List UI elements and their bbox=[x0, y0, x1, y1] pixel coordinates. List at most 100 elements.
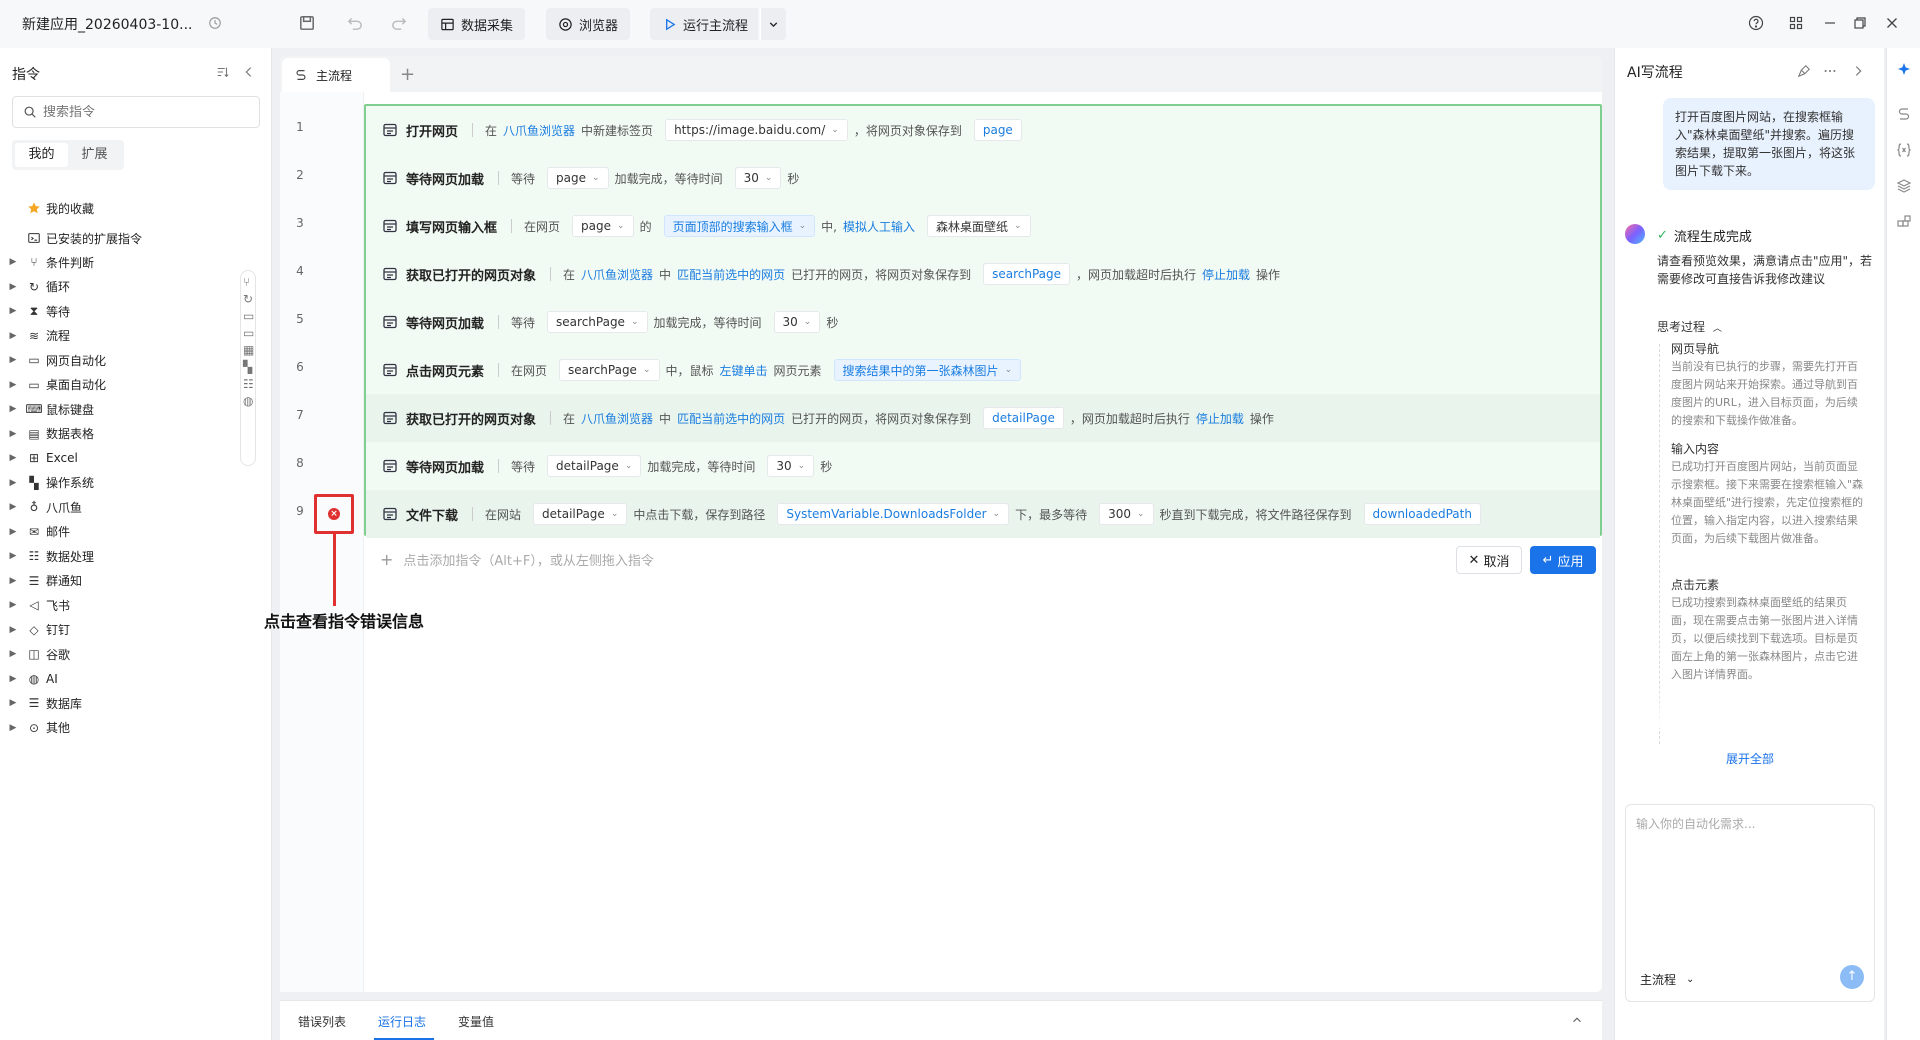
loop-icon[interactable]: ↻ bbox=[243, 292, 253, 306]
instruction-row[interactable]: 填写网页输入框 在网页 page ⌄ 的页面顶部的搜索输入框 ⌄ 中, 模拟人工输入 森林桌面壁… bbox=[366, 202, 1600, 250]
sidebar-category-item[interactable]: ▶ ▭ 网页自动化 bbox=[0, 348, 230, 372]
sidebar-category-item[interactable]: ▶ ◫ 谷歌 bbox=[0, 642, 230, 666]
instruction-row[interactable]: 等待网页加载 等待 page ⌄ 加载完成，等待时间 30 ⌄ 秒 bbox=[366, 154, 1600, 202]
parameter-select[interactable]: https://image.baidu.com/ ⌄ bbox=[665, 119, 848, 141]
instruction-option-link[interactable]: 停止加载 bbox=[1196, 410, 1244, 427]
element-selector-chip[interactable]: 页面顶部的搜索输入框 ⌄ bbox=[663, 215, 816, 237]
expand-arrow-icon[interactable]: ▶ bbox=[0, 723, 26, 733]
sort-list-icon[interactable] bbox=[216, 65, 230, 79]
expand-arrow-icon[interactable]: ▶ bbox=[0, 306, 26, 316]
variable-chip[interactable]: SystemVariable.DownloadsFolder ⌄ bbox=[777, 503, 1010, 525]
parameter-select[interactable]: 30 ⌄ bbox=[773, 311, 821, 333]
instruction-row[interactable]: 获取已打开的网页对象 在八爪鱼浏览器中匹配当前选中的网页 已打开的网页，将网页对象保… bbox=[366, 250, 1600, 298]
add-instruction-row[interactable]: + 点击添加指令（Alt+F），或从左侧拖入指令 bbox=[380, 550, 654, 569]
expand-arrow-icon[interactable]: ▶ bbox=[0, 527, 26, 537]
tab-run-log[interactable]: 运行日志 bbox=[378, 1013, 426, 1030]
run-main-flow-button[interactable]: 运行主流程 bbox=[650, 8, 759, 40]
expand-arrow-icon[interactable]: ▶ bbox=[0, 355, 26, 365]
instruction-option-link[interactable]: 模拟人工输入 bbox=[843, 218, 915, 235]
sidebar-category-item[interactable]: ▶ ▭ 桌面自动化 bbox=[0, 373, 230, 397]
expand-arrow-icon[interactable]: ▶ bbox=[0, 380, 26, 390]
error-indicator-highlight[interactable]: × bbox=[314, 494, 354, 534]
chevron-right-icon[interactable] bbox=[1851, 64, 1865, 78]
element-selector-chip[interactable]: 搜索结果中的第一张森林图片 ⌄ bbox=[833, 359, 1022, 381]
branch-icon[interactable]: ⑂ bbox=[243, 275, 253, 289]
close-icon[interactable] bbox=[1884, 15, 1900, 31]
browser-button[interactable]: 浏览器 bbox=[546, 8, 631, 40]
grid-apps-icon[interactable] bbox=[1788, 15, 1804, 31]
instruction-search[interactable] bbox=[12, 96, 260, 128]
add-tab-icon[interactable]: + bbox=[400, 64, 415, 85]
instruction-option-link[interactable]: 停止加载 bbox=[1202, 266, 1250, 283]
component-icon[interactable] bbox=[1896, 214, 1912, 230]
sidebar-category-item[interactable]: ▶ ♁ 八爪鱼 bbox=[0, 495, 230, 519]
instruction-row[interactable]: 文件下载 在网站 detailPage ⌄ 中点击下载，保存到路径 SystemVaria… bbox=[366, 490, 1600, 538]
variable-chip[interactable]: searchPage bbox=[983, 263, 1071, 285]
flow-select[interactable]: 主流程 ⌄ bbox=[1640, 971, 1694, 988]
variable-chip[interactable]: page bbox=[973, 119, 1022, 141]
save-icon[interactable] bbox=[298, 14, 316, 32]
error-icon[interactable]: × bbox=[328, 508, 340, 520]
expand-arrow-icon[interactable]: ▶ bbox=[0, 600, 26, 610]
instruction-row[interactable]: 等待网页加载 等待 searchPage ⌄ 加载完成，等待时间 30 ⌄ 秒 bbox=[366, 298, 1600, 346]
restore-icon[interactable] bbox=[1852, 15, 1868, 31]
clean-brush-icon[interactable] bbox=[1797, 64, 1811, 78]
monitor-icon[interactable]: ▭ bbox=[243, 326, 254, 340]
parameter-select[interactable]: detailPage ⌄ bbox=[547, 455, 642, 477]
apply-button[interactable]: ↵ 应用 bbox=[1530, 546, 1596, 574]
apps-icon[interactable]: ▚ bbox=[243, 360, 253, 374]
instruction-row[interactable]: 打开网页 在八爪鱼浏览器 中新建标签页 https://image.baidu.com… bbox=[366, 106, 1600, 154]
parameter-select[interactable]: 300 ⌄ bbox=[1099, 503, 1154, 525]
expand-arrow-icon[interactable]: ▶ bbox=[0, 404, 26, 414]
sidebar-category-item[interactable]: ▶ ⑂ 条件判断 bbox=[0, 250, 230, 274]
history-icon[interactable] bbox=[208, 16, 222, 30]
ai-sparkle-icon[interactable] bbox=[1896, 62, 1912, 78]
instruction-row[interactable]: 等待网页加载 等待 detailPage ⌄ 加载完成，等待时间 30 ⌄ 秒 bbox=[366, 442, 1600, 490]
parameter-select[interactable]: searchPage ⌄ bbox=[547, 311, 648, 333]
expand-arrow-icon[interactable]: ▶ bbox=[0, 698, 26, 708]
instruction-row[interactable]: 获取已打开的网页对象 在八爪鱼浏览器中匹配当前选中的网页 已打开的网页，将网页对象保… bbox=[366, 394, 1600, 442]
sidebar-category-item[interactable]: ▶ ◇ 钉钉 bbox=[0, 618, 230, 642]
tab-variables[interactable]: 变量值 bbox=[458, 1013, 494, 1030]
variable-chip[interactable]: downloadedPath bbox=[1363, 503, 1481, 525]
ai-requirement-input[interactable]: 输入你的自动化需求... 主流程 ⌄ ↑ bbox=[1625, 804, 1875, 1002]
data-collect-button[interactable]: 数据采集 bbox=[428, 8, 526, 40]
more-icon[interactable] bbox=[1823, 64, 1837, 78]
instruction-row[interactable]: 点击网页元素 在网页 searchPage ⌄ 中，鼠标 左键单击 网页元素 搜索结果中的第一… bbox=[366, 346, 1600, 394]
sidebar-category-item[interactable]: ▶ ✉ 邮件 bbox=[0, 520, 230, 544]
ai-icon[interactable]: ◍ bbox=[243, 394, 253, 408]
expand-arrow-icon[interactable]: ▶ bbox=[0, 576, 26, 586]
expand-arrow-icon[interactable]: ▶ bbox=[0, 649, 26, 659]
variable-chip[interactable]: detailPage bbox=[983, 407, 1064, 429]
layers-icon[interactable] bbox=[1896, 178, 1912, 194]
table-icon[interactable]: ▦ bbox=[243, 343, 254, 357]
expand-arrow-icon[interactable]: ▶ bbox=[0, 502, 26, 512]
sidebar-category-item[interactable]: ▶ ⌨ 鼠标键盘 bbox=[0, 397, 230, 421]
chevron-up-icon[interactable] bbox=[1570, 1013, 1584, 1027]
flow-icon[interactable] bbox=[1896, 106, 1912, 122]
tab-mine[interactable]: 我的 bbox=[15, 143, 68, 167]
sidebar-category-item[interactable]: ▶ ⧗ 等待 bbox=[0, 299, 230, 323]
tab-extensions[interactable]: 扩展 bbox=[68, 143, 121, 167]
favorites-item[interactable]: 我的收藏 bbox=[0, 196, 230, 220]
parameter-select[interactable]: page ⌄ bbox=[547, 167, 609, 189]
sidebar-category-item[interactable]: ▶ ▚ 操作系统 bbox=[0, 471, 230, 495]
collapse-panel-icon[interactable] bbox=[242, 65, 256, 79]
expand-arrow-icon[interactable]: ▶ bbox=[0, 674, 26, 684]
expand-arrow-icon[interactable]: ▶ bbox=[0, 429, 26, 439]
parameter-select[interactable]: searchPage ⌄ bbox=[559, 359, 660, 381]
expand-arrow-icon[interactable]: ▶ bbox=[0, 331, 26, 341]
sidebar-category-item[interactable]: ▶ ⊙ 其他 bbox=[0, 716, 230, 740]
sidebar-category-item[interactable]: ▶ ◍ AI bbox=[0, 667, 230, 691]
instruction-option-link[interactable]: 匹配当前选中的网页 bbox=[677, 410, 785, 427]
redo-icon[interactable] bbox=[390, 14, 408, 32]
parameter-select[interactable]: detailPage ⌄ bbox=[533, 503, 628, 525]
parameter-select[interactable]: 森林桌面壁纸 ⌄ bbox=[926, 215, 1031, 237]
undo-icon[interactable] bbox=[346, 14, 364, 32]
send-button[interactable]: ↑ bbox=[1840, 965, 1864, 989]
instruction-search-input[interactable] bbox=[43, 104, 243, 120]
cancel-button[interactable]: ✕ 取消 bbox=[1456, 546, 1522, 574]
sidebar-category-item[interactable]: ▶ ☰ 群通知 bbox=[0, 569, 230, 593]
tab-error-list[interactable]: 错误列表 bbox=[298, 1013, 346, 1030]
instruction-option-link[interactable]: 匹配当前选中的网页 bbox=[677, 266, 785, 283]
